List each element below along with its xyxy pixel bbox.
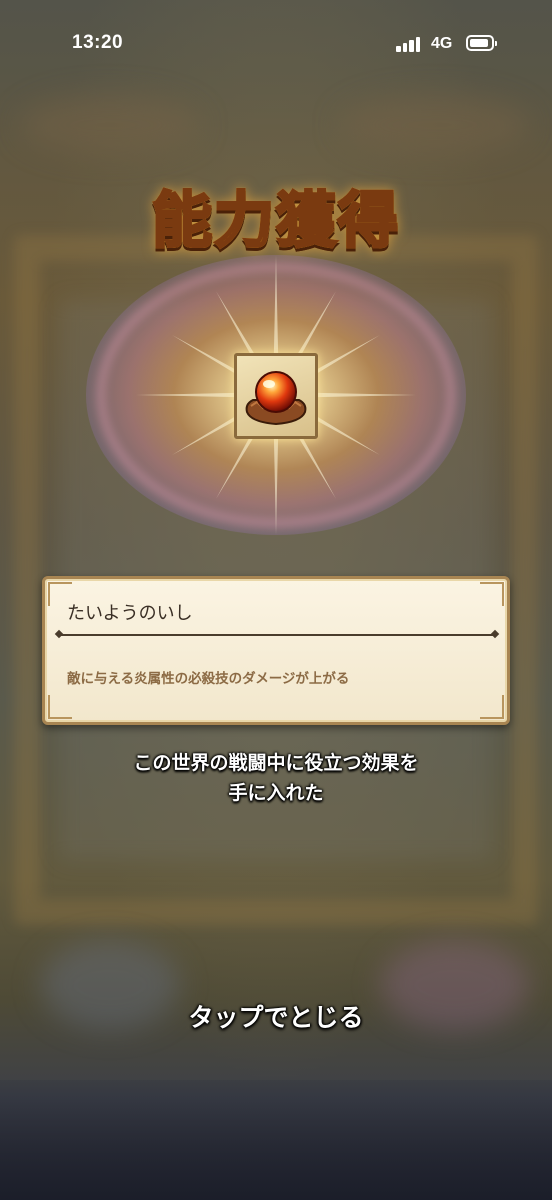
panel-corner-ornament (48, 695, 72, 719)
acquired-message: この世界の戦闘中に役立つ効果を 手に入れた (0, 748, 552, 808)
item-description: 敵に与える炎属性の必殺技のダメージが上がる (67, 671, 350, 687)
signal-icon (396, 36, 424, 52)
network-type: 4G (431, 35, 453, 52)
panel-corner-ornament (480, 582, 504, 606)
tap-to-close-button[interactable]: タップでとじる (0, 998, 552, 1034)
background-blur-shape (340, 95, 530, 155)
background-bottom-menu (0, 1080, 552, 1200)
item-name: たいようのいし (67, 603, 193, 624)
item-info-panel: たいようのいし 敵に与える炎属性の必殺技のダメージが上がる (42, 576, 510, 725)
acquired-message-line2: 手に入れた (228, 782, 324, 804)
acquired-message-line1: この世界の戦闘中に役立つ効果を (133, 752, 419, 774)
item-icon-frame (234, 353, 318, 439)
battery-icon (466, 35, 497, 51)
panel-corner-ornament (480, 695, 504, 719)
panel-divider (59, 634, 495, 636)
status-time: 13:20 (72, 32, 124, 53)
sun-stone-icon (245, 371, 307, 426)
background-blur-shape (20, 95, 200, 155)
